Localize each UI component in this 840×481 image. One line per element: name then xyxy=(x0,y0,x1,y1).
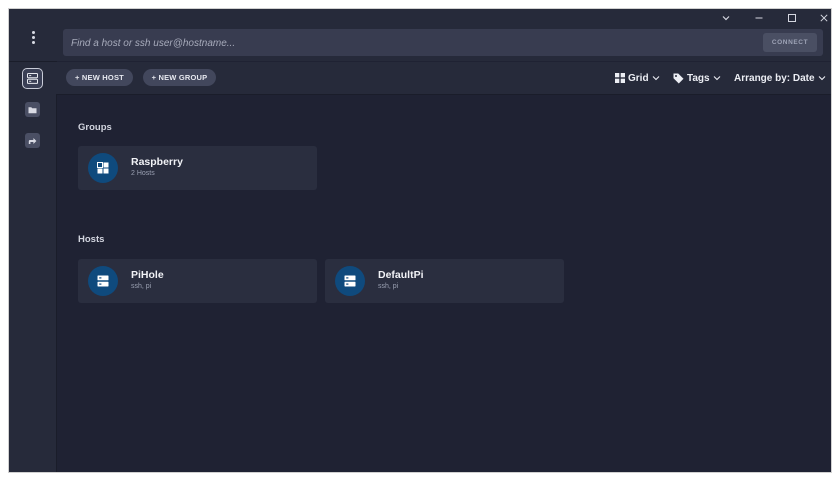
sidebar-item-snippets[interactable] xyxy=(25,102,40,117)
tag-icon xyxy=(673,73,684,83)
new-group-button[interactable]: + NEW GROUP xyxy=(143,69,216,86)
tags-dropdown[interactable]: Tags xyxy=(673,71,721,85)
close-icon xyxy=(820,14,828,22)
maximize-icon xyxy=(788,14,796,22)
host-name: DefaultPi xyxy=(378,269,424,281)
arrange-by-dropdown[interactable]: Arrange by: Date xyxy=(734,71,826,85)
view-mode-dropdown[interactable]: Grid xyxy=(615,71,660,85)
window-dropdown-button[interactable] xyxy=(711,9,741,27)
group-name: Raspberry xyxy=(131,156,183,168)
group-icon xyxy=(97,162,109,174)
host-details: ssh, pi xyxy=(131,283,152,290)
top-bar: CONNECT xyxy=(56,9,831,61)
sidebar xyxy=(9,9,57,472)
host-card-defaultpi[interactable]: DefaultPi ssh, pi xyxy=(325,259,564,303)
chevron-down-icon xyxy=(713,76,720,81)
app-window: CONNECT + NEW HOST + NEW GROUP Grid Tags xyxy=(9,9,831,472)
group-card-raspberry[interactable]: Raspberry 2 Hosts xyxy=(78,146,317,190)
search-bar: CONNECT xyxy=(63,29,823,58)
host-avatar xyxy=(88,266,118,296)
group-avatar xyxy=(88,153,118,183)
group-host-count: 2 Hosts xyxy=(131,170,155,177)
server-icon xyxy=(27,73,38,84)
close-button[interactable] xyxy=(809,9,831,27)
view-mode-label: Grid xyxy=(628,72,649,84)
arrange-by-label: Arrange by: Date xyxy=(734,72,815,84)
chevron-down-icon xyxy=(722,16,730,21)
chevron-down-icon xyxy=(818,76,825,81)
connect-button[interactable]: CONNECT xyxy=(763,33,817,52)
sidebar-item-hosts[interactable] xyxy=(22,68,43,89)
tags-label: Tags xyxy=(687,72,710,84)
chevron-down-icon xyxy=(652,76,659,81)
sidebar-item-port-forwarding[interactable] xyxy=(25,133,40,148)
toolbar: + NEW HOST + NEW GROUP Grid Tags Arrange… xyxy=(56,62,831,95)
hosts-heading: Hosts xyxy=(78,234,105,245)
menu-dots-icon[interactable] xyxy=(23,27,43,47)
grid-icon xyxy=(615,73,625,83)
search-input[interactable] xyxy=(69,29,753,58)
maximize-button[interactable] xyxy=(777,9,807,27)
host-details: ssh, pi xyxy=(378,283,399,290)
host-card-pihole[interactable]: PiHole ssh, pi xyxy=(78,259,317,303)
server-icon xyxy=(97,275,109,287)
main-content: Groups Raspberry 2 Hosts Hosts PiHole ss… xyxy=(56,95,831,472)
sidebar-divider xyxy=(9,61,56,62)
forward-arrow-icon xyxy=(28,137,37,144)
server-icon xyxy=(344,275,356,287)
minimize-icon xyxy=(755,17,763,19)
host-avatar xyxy=(335,266,365,296)
new-host-button[interactable]: + NEW HOST xyxy=(66,69,133,86)
host-name: PiHole xyxy=(131,269,164,281)
minimize-button[interactable] xyxy=(744,9,774,27)
groups-heading: Groups xyxy=(78,122,112,133)
folder-icon xyxy=(28,106,37,113)
